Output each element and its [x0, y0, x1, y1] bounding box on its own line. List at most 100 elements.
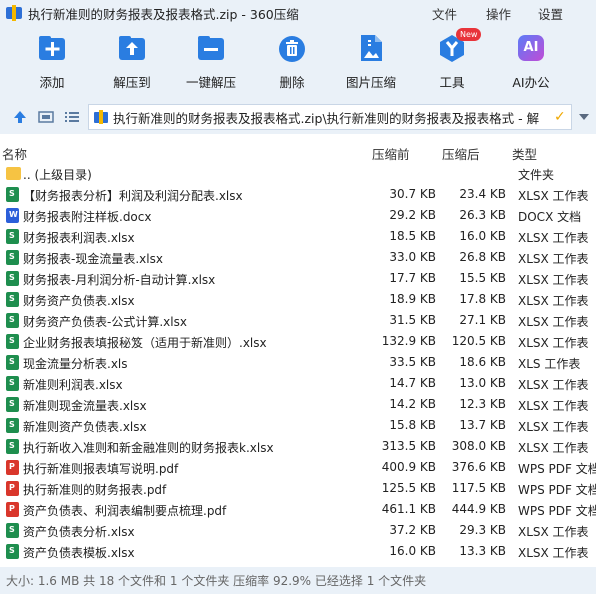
pdf-file-icon: P — [6, 502, 19, 517]
file-type: 文件夹 — [518, 168, 555, 182]
file-row[interactable]: S 企业财务报表填报秘笈（适用于新准则）.xlsx 132.9 KB 120.5 KB… — [0, 331, 596, 352]
file-row[interactable]: S 财务资产负债表-公式计算.xlsx 31.5 KB 27.1 KB XLSX 工作表 — [0, 310, 596, 331]
file-type: WPS PDF 文档 — [518, 462, 596, 476]
file-name: 执行新收入准则和新金融准则的财务报表k.xlsx — [23, 441, 274, 455]
file-type: XLSX 工作表 — [518, 378, 589, 392]
address-path-text: 执行新准则的财务报表及报表格式.zip\执行新准则的财务报表及报表格式 - 解 — [113, 110, 540, 126]
file-type: XLSX 工作表 — [518, 294, 589, 308]
file-name: 资产负债表、利润表编制要点梳理.pdf — [23, 504, 227, 518]
file-row[interactable]: P 执行新准则的财务报表.pdf 125.5 KB 117.5 KB WPS PDF 文… — [0, 478, 596, 499]
image-compress-button[interactable]: 图片压缩 — [336, 32, 406, 91]
file-size-after: 117.5 KB — [451, 481, 506, 495]
file-name: 企业财务报表填报秘笈（适用于新准则）.xlsx — [23, 336, 267, 350]
file-size-after: 16.0 KB — [459, 229, 506, 243]
one-click-extract-label: 一键解压 — [185, 75, 236, 90]
pdf-file-icon: P — [6, 481, 19, 496]
file-row[interactable]: .. (上级目录) 文件夹 — [0, 163, 596, 184]
excel-file-icon: S — [6, 250, 19, 265]
file-name: 新准则利润表.xlsx — [23, 378, 123, 392]
file-size-after: 23.4 KB — [459, 187, 506, 201]
excel-file-icon: S — [6, 544, 19, 559]
file-size-before: 132.9 KB — [381, 334, 436, 348]
file-row[interactable]: P 资产负债表、利润表编制要点梳理.pdf 461.1 KB 444.9 KB WPS … — [0, 499, 596, 520]
file-size-before: 33.5 KB — [389, 355, 436, 369]
file-size-before: 14.2 KB — [389, 397, 436, 411]
file-type: XLSX 工作表 — [518, 399, 589, 413]
view-mode-icon[interactable] — [38, 109, 54, 125]
toolbar: 添加 解压到 一键解压 删除 图片压缩 New 工具 AI AI办公 — [0, 26, 596, 100]
add-label: 添加 — [39, 75, 65, 90]
up-arrow-icon[interactable] — [12, 109, 28, 125]
file-row[interactable]: S 现金流量分析表.xls 33.5 KB 18.6 KB XLS 工作表 — [0, 352, 596, 373]
excel-file-icon: S — [6, 271, 19, 286]
file-type: XLSX 工作表 — [518, 315, 589, 329]
file-row[interactable]: S 资产负债表分析.xlsx 37.2 KB 29.3 KB XLSX 工作表 — [0, 520, 596, 541]
file-name: 资产负债表模板.xlsx — [23, 546, 135, 560]
ai-office-label: AI办公 — [512, 75, 550, 90]
one-click-extract-button[interactable]: 一键解压 — [176, 32, 246, 91]
chevron-down-icon — [579, 114, 589, 120]
add-button[interactable]: 添加 — [17, 32, 87, 91]
status-text: 大小: 1.6 MB 共 18 个文件和 1 个文件夹 压缩率 92.9% 已经… — [6, 574, 427, 588]
file-size-after: 13.7 KB — [459, 418, 506, 432]
file-size-before: 31.5 KB — [389, 313, 436, 327]
address-path-field[interactable]: 执行新准则的财务报表及报表格式.zip\执行新准则的财务报表及报表格式 - 解 — [88, 104, 572, 130]
file-row[interactable]: S 财务资产负债表.xlsx 18.9 KB 17.8 KB XLSX 工作表 — [0, 289, 596, 310]
file-row[interactable]: S 新准则现金流量表.xlsx 14.2 KB 12.3 KB XLSX 工作表 — [0, 394, 596, 415]
file-row[interactable]: S 财务报表利润表.xlsx 18.5 KB 16.0 KB XLSX 工作表 — [0, 226, 596, 247]
excel-file-icon: S — [6, 523, 19, 538]
file-row[interactable]: S 财务报表-月利润分析-自动计算.xlsx 17.7 KB 15.5 KB XLSX … — [0, 268, 596, 289]
file-size-before: 37.2 KB — [389, 523, 436, 537]
ai-office-icon: AI — [515, 32, 547, 64]
delete-button[interactable]: 删除 — [257, 32, 327, 91]
file-size-after: 15.5 KB — [459, 271, 506, 285]
address-dropdown-button[interactable] — [572, 104, 596, 130]
extract-to-button[interactable]: 解压到 — [97, 32, 167, 91]
column-size-before[interactable]: 压缩前 — [372, 144, 410, 163]
file-row[interactable]: S 【财务报表分析】利润及利润分配表.xlsx 30.7 KB 23.4 KB XLSX… — [0, 184, 596, 205]
file-row[interactable]: S 资产负债表模板.xlsx 16.0 KB 13.3 KB XLSX 工作表 — [0, 541, 596, 562]
word-file-icon: W — [6, 208, 19, 223]
address-bar: 执行新准则的财务报表及报表格式.zip\执行新准则的财务报表及报表格式 - 解 … — [0, 100, 596, 134]
file-row[interactable]: S 新准则资产负债表.xlsx 15.8 KB 13.7 KB XLSX 工作表 — [0, 415, 596, 436]
ai-office-button[interactable]: AI AI办公 — [496, 32, 566, 91]
status-bar: 大小: 1.6 MB 共 18 个文件和 1 个文件夹 压缩率 92.9% 已经… — [0, 567, 596, 594]
file-row[interactable]: S 执行新收入准则和新金融准则的财务报表k.xlsx 313.5 KB 308.0 K… — [0, 436, 596, 457]
file-row[interactable]: S 新准则利润表.xlsx 14.7 KB 13.0 KB XLSX 工作表 — [0, 373, 596, 394]
column-type[interactable]: 类型 — [512, 144, 537, 163]
column-size-after[interactable]: 压缩后 — [442, 144, 480, 163]
tools-icon: New — [436, 28, 482, 64]
menu-operation[interactable]: 操作 — [486, 0, 511, 26]
menu-settings[interactable]: 设置 — [538, 0, 563, 26]
ai-icon-text: AI — [523, 40, 539, 55]
file-row[interactable]: P 执行新准则报表填写说明.pdf 400.9 KB 376.6 KB WPS PDF … — [0, 457, 596, 478]
file-size-after: 13.0 KB — [459, 376, 506, 390]
file-name: 【财务报表分析】利润及利润分配表.xlsx — [23, 189, 243, 203]
file-row[interactable]: W 财务报表附注样板.docx 29.2 KB 26.3 KB DOCX 文档 — [0, 205, 596, 226]
extract-to-label: 解压到 — [113, 75, 151, 90]
list-view-icon[interactable] — [64, 109, 80, 125]
file-type: DOCX 文档 — [518, 210, 582, 224]
file-size-after: 120.5 KB — [451, 334, 506, 348]
file-name: 财务报表附注样板.docx — [23, 210, 152, 224]
file-type: XLSX 工作表 — [518, 336, 589, 350]
file-list: .. (上级目录) 文件夹 S 【财务报表分析】利润及利润分配表.xlsx 30.7 K… — [0, 163, 596, 565]
image-compress-label: 图片压缩 — [345, 75, 396, 90]
file-size-after: 444.9 KB — [451, 502, 506, 516]
checkmark-icon: ✓ — [554, 109, 566, 125]
zip-icon — [94, 110, 108, 124]
file-size-before: 15.8 KB — [389, 418, 436, 432]
file-name: 财务报表-月利润分析-自动计算.xlsx — [23, 273, 216, 287]
delete-icon — [276, 32, 308, 64]
file-row[interactable]: S 财务报表-现金流量表.xlsx 33.0 KB 26.8 KB XLSX 工作表 — [0, 247, 596, 268]
menu-file[interactable]: 文件 — [432, 0, 457, 26]
file-size-after: 26.8 KB — [459, 250, 506, 264]
excel-file-icon: S — [6, 313, 19, 328]
column-header-row: 名称 压缩前 压缩后 类型 — [0, 140, 596, 162]
file-size-before: 17.7 KB — [389, 271, 436, 285]
excel-file-icon: S — [6, 187, 19, 202]
tools-button[interactable]: New 工具 — [417, 28, 487, 91]
column-name[interactable]: 名称 — [2, 144, 27, 163]
file-type: XLSX 工作表 — [518, 441, 589, 455]
file-type: WPS PDF 文档 — [518, 483, 596, 497]
